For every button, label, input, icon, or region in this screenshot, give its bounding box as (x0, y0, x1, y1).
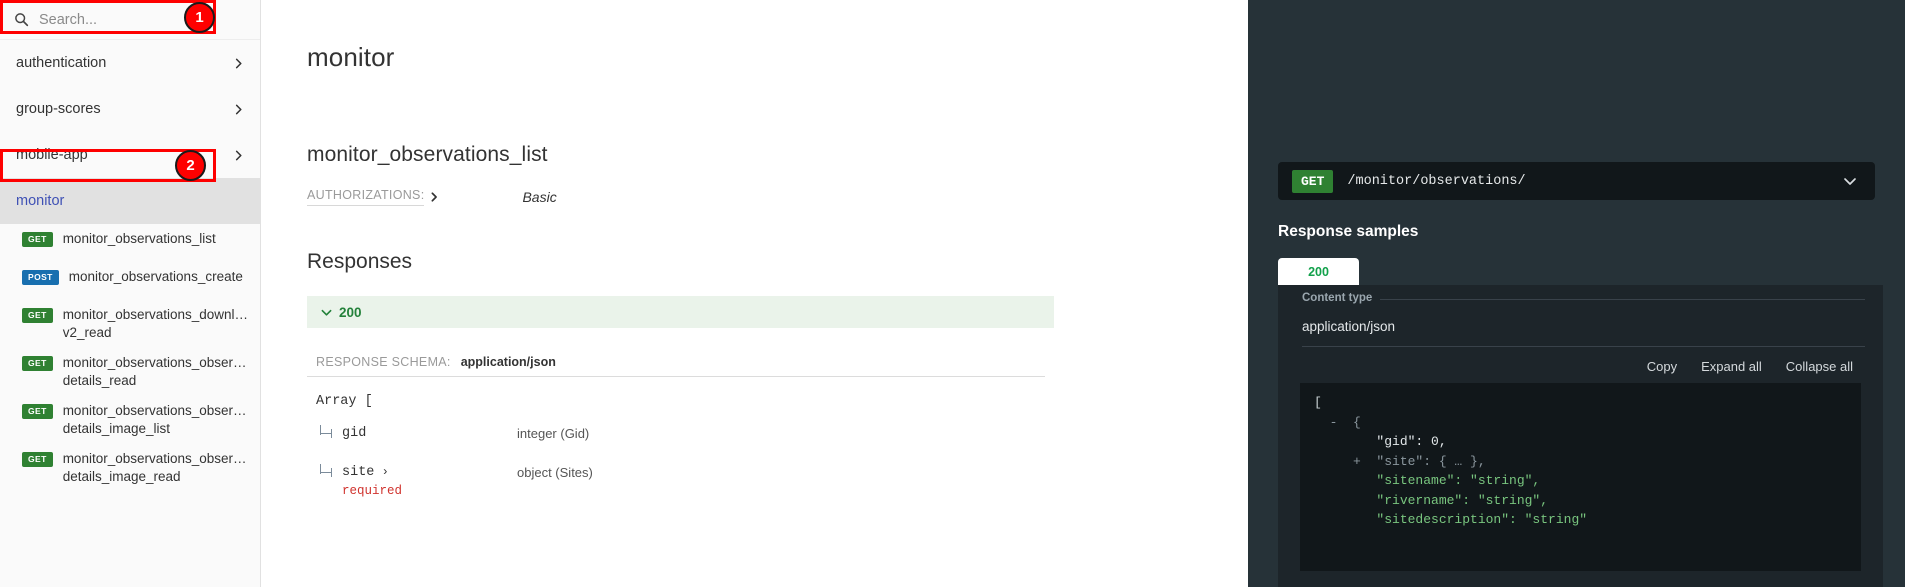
api-docs-page: authentication group-scores mobile-app m… (0, 0, 1905, 587)
authorizations-row[interactable]: AUTHORIZATIONS: Basic (307, 188, 979, 206)
collapse-all-button[interactable]: Collapse all (1786, 359, 1853, 374)
content-type-field[interactable]: Content type application/json (1302, 292, 1865, 347)
sidebar-tag-label: group-scores (16, 101, 101, 117)
response-200-toggle[interactable]: 200 (307, 296, 1054, 328)
chevron-right-icon (235, 58, 242, 68)
method-badge-get: GET (22, 356, 53, 371)
chevron-right-icon (431, 192, 438, 202)
endpoint-bar[interactable]: GET /monitor/observations/ (1278, 162, 1875, 200)
sidebar-operation-monitor-observations-details-read[interactable]: GET monitor_observations_obser… details_… (0, 348, 260, 396)
response-schema-value: application/json (460, 355, 556, 369)
copy-button[interactable]: Copy (1647, 359, 1677, 374)
method-badge-get: GET (22, 232, 53, 247)
chevron-down-icon (321, 309, 332, 316)
sidebar: authentication group-scores mobile-app m… (0, 0, 261, 587)
code-line[interactable]: + "site": { … }, (1314, 454, 1486, 469)
operation-title: monitor_observations_list (307, 143, 548, 166)
sidebar-operation-monitor-observations-details-image-read[interactable]: GET monitor_observations_obser… details_… (0, 444, 260, 492)
response-schema-header: RESPONSE SCHEMA: application/json (307, 355, 1045, 377)
operation-label: monitor_observations_list (62, 231, 216, 246)
chevron-right-icon[interactable]: › (374, 465, 389, 479)
chevron-down-icon[interactable] (1843, 174, 1857, 188)
endpoint-method-badge: GET (1292, 169, 1334, 193)
sidebar-tag-label: authentication (16, 55, 107, 71)
operation-label: monitor_observations_obser… details_imag… (62, 451, 247, 484)
code-line: [ (1314, 395, 1322, 410)
sidebar-tag-group-scores[interactable]: group-scores (0, 86, 260, 132)
tab-200[interactable]: 200 (1278, 258, 1359, 285)
field-type: integer (Gid) (517, 426, 590, 441)
method-badge-post: POST (22, 270, 59, 285)
operation-label: monitor_observations_downl… v2_read (62, 307, 249, 340)
content-type-value: application/json (1302, 319, 1396, 334)
content-type-label: Content type (1302, 292, 1381, 304)
field-required-badge: required (342, 484, 403, 498)
page-title: monitor (307, 42, 395, 72)
code-action-bar: Copy Expand all Collapse all (1278, 347, 1883, 383)
method-badge-get: GET (22, 308, 53, 323)
documentation-pane: monitor monitor_observations_list AUTHOR… (261, 0, 1248, 587)
code-line[interactable]: - { (1314, 415, 1361, 430)
sidebar-operation-monitor-observations-create[interactable]: POST monitor_observations_create (0, 262, 260, 300)
responses-heading: Responses (307, 250, 413, 273)
code-line: "sitedescription": "string" (1314, 512, 1588, 527)
field-name: gid (342, 426, 367, 441)
code-line: "sitename": "string", (1314, 473, 1541, 488)
operation-label: monitor_observations_create (68, 269, 243, 284)
response-samples-title: Response samples (1278, 223, 1419, 240)
response-sample-tabs: 200 (1278, 258, 1905, 285)
sidebar-operation-monitor-observations-details-image-list[interactable]: GET monitor_observations_obser… details_… (0, 396, 260, 444)
response-schema-label: RESPONSE SCHEMA: (316, 355, 451, 369)
sidebar-tag-label: monitor (16, 193, 65, 209)
annotation-badge-2: 2 (175, 150, 206, 181)
response-code: 200 (339, 304, 362, 320)
schema-field-gid: gid integer (Gid) (307, 425, 979, 464)
sidebar-tag-mobile-app[interactable]: mobile-app (0, 132, 260, 178)
endpoint-path: /monitor/observations/ (1347, 173, 1526, 189)
chevron-right-icon (235, 104, 242, 114)
authorizations-label: AUTHORIZATIONS: (307, 188, 425, 206)
schema-field-site[interactable]: site › required object (Sites) (307, 464, 979, 503)
sidebar-tag-label: mobile-app (16, 147, 88, 163)
operation-label: monitor_observations_obser… details_imag… (62, 403, 247, 436)
right-panel: GET /monitor/observations/ Response samp… (1248, 0, 1905, 587)
json-code-block[interactable]: [ - { "gid": 0, + "site": { … }, "sitena… (1300, 383, 1861, 571)
code-line: "rivername": "string", (1314, 492, 1549, 508)
operation-label: monitor_observations_obser… details_read (62, 355, 247, 388)
expand-all-button[interactable]: Expand all (1701, 359, 1762, 374)
sidebar-operation-monitor-observations-list[interactable]: GET monitor_observations_list (0, 224, 260, 262)
method-badge-get: GET (22, 404, 53, 419)
schema-array-open: Array [ (316, 394, 373, 409)
field-type: object (Sites) (517, 465, 593, 480)
response-sample-body: Content type application/json Copy Expan… (1278, 285, 1883, 587)
sidebar-tag-authentication[interactable]: authentication (0, 40, 260, 86)
authorizations-value: Basic (522, 189, 557, 205)
sidebar-tag-monitor[interactable]: monitor (0, 178, 260, 224)
code-line: "gid": 0, (1314, 434, 1447, 449)
annotation-badge-1: 1 (184, 2, 215, 33)
chevron-right-icon (235, 150, 242, 160)
field-name: site (342, 465, 375, 480)
search-icon (15, 13, 29, 27)
method-badge-get: GET (22, 452, 53, 467)
sidebar-operation-monitor-observations-download-v2-read[interactable]: GET monitor_observations_downl… v2_read (0, 300, 260, 348)
search-bar[interactable] (0, 0, 260, 40)
